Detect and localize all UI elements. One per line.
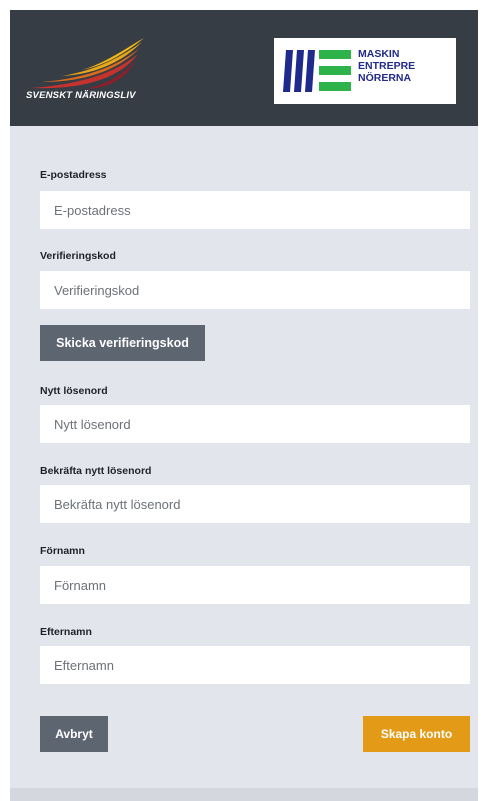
logo-right-line: MASKIN xyxy=(358,48,400,60)
wing-emblem-icon xyxy=(30,38,144,89)
new-password-label: Nytt lösenord xyxy=(40,385,108,397)
me-emblem-icon xyxy=(283,50,351,92)
email-label: E-postadress xyxy=(40,169,107,181)
logo-right-line: ENTREPRE xyxy=(358,60,416,72)
confirm-password-field[interactable] xyxy=(40,485,470,523)
signup-card: SVENSKT NÄRINGSLIV MASKIN ENTREPRE NÖRER… xyxy=(10,10,478,801)
logo-right-text: MASKIN ENTREPRE NÖRERNA xyxy=(358,48,415,84)
send-verification-code-button[interactable]: Skicka verifieringskod xyxy=(40,325,205,361)
first-name-label: Förnamn xyxy=(40,545,85,557)
logo-left-text: SVENSKT NÄRINGSLIV xyxy=(26,90,136,101)
footer-divider xyxy=(10,788,478,801)
last-name-label: Efternamn xyxy=(40,626,92,638)
verification-code-label: Verifieringskod xyxy=(40,250,116,262)
confirm-password-label: Bekräfta nytt lösenord xyxy=(40,465,152,477)
page-header: SVENSKT NÄRINGSLIV MASKIN ENTREPRE NÖRER… xyxy=(10,10,478,126)
last-name-field[interactable] xyxy=(40,646,470,684)
email-field[interactable] xyxy=(40,191,470,229)
logo-right-line: NÖRERNA xyxy=(358,72,412,84)
maskinentreprenorerna-logo: MASKIN ENTREPRE NÖRERNA xyxy=(274,38,456,104)
new-password-field[interactable] xyxy=(40,405,470,443)
create-account-button[interactable]: Skapa konto xyxy=(363,716,470,752)
svenskt-naringsliv-logo: SVENSKT NÄRINGSLIV xyxy=(26,36,176,111)
first-name-field[interactable] xyxy=(40,566,470,604)
verification-code-field[interactable] xyxy=(40,271,470,309)
cancel-button[interactable]: Avbryt xyxy=(40,716,108,752)
